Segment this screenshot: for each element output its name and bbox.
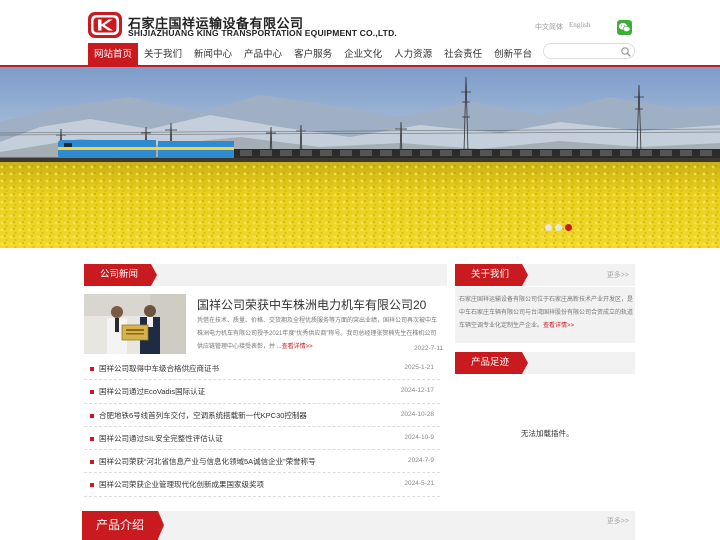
- news-item-title[interactable]: 国祥公司取得中车级合格供应商证书: [99, 363, 219, 374]
- nav-service[interactable]: 客户服务: [288, 43, 338, 66]
- bullet-icon: [90, 436, 94, 441]
- nav-innovation[interactable]: 创新平台: [488, 43, 538, 66]
- plugin-error-message: 无法加载插件。: [521, 429, 574, 438]
- banner-pager: [545, 224, 572, 231]
- news-item-date: 2024-10-9: [404, 433, 434, 441]
- about-summary: 石家庄国祥运输设备有限公司位于石家庄高新技术产业开发区，是中车石家庄车辆有限公司…: [459, 294, 635, 333]
- news-section-title[interactable]: 公司新闻: [84, 264, 158, 286]
- lang-switch-en[interactable]: English: [569, 21, 590, 29]
- news-item-title[interactable]: 国祥公司通过EcoVadis国际认证: [99, 386, 205, 397]
- featured-news-summary-text: 凭借在技术、质量、价格、交货期及全程优质服务等方面的突出业绩，国祥公司再次被中车…: [197, 318, 438, 350]
- about-section-header: 关于我们 更多>>: [455, 264, 635, 286]
- news-list-item[interactable]: 国祥公司通过SIL安全完整性评估认证 2024-10-9: [84, 427, 440, 451]
- news-list-item[interactable]: 国祥公司通过EcoVadis国际认证 2024-12-17: [84, 380, 440, 404]
- wechat-icon[interactable]: [617, 20, 632, 35]
- news-list-item[interactable]: 国祥公司荣获企业管理现代化创新成果国家级奖项 2024-5-21: [84, 473, 440, 497]
- banner-train-photo: [0, 67, 720, 248]
- featured-news-more-link[interactable]: 查看详情>>: [282, 344, 313, 350]
- products-intro-title[interactable]: 产品介绍: [82, 511, 165, 540]
- news-item-date: 2025-1-21: [404, 364, 434, 371]
- main-nav: 网站首页 关于我们 新闻中心 产品中心 客户服务 企业文化 人力资源 社会责任 …: [88, 43, 538, 66]
- news-item-date: 2024-12-17: [400, 387, 434, 395]
- news-list-item[interactable]: 合肥地铁6号线首列车交付，空调系统搭载新一代KPC30控制器 2024-10-2…: [84, 404, 440, 427]
- nav-hr[interactable]: 人力资源: [388, 43, 438, 66]
- featured-news-image[interactable]: [84, 294, 186, 354]
- news-item-title[interactable]: 国祥公司通过SIL安全完整性评估认证: [99, 433, 223, 444]
- search-input[interactable]: [543, 43, 635, 59]
- news-item-date: 2024-7-9: [407, 457, 434, 465]
- nav-home[interactable]: 网站首页: [88, 43, 139, 66]
- company-logo[interactable]: [88, 12, 122, 38]
- news-item-date: 2024-10-28: [400, 410, 434, 418]
- bullet-icon: [90, 390, 94, 395]
- site-header: 石家庄国祥运输设备有限公司 SHIJIAZHUANG KING TRANSPOR…: [0, 0, 720, 66]
- products-track-title[interactable]: 产品足迹: [455, 352, 529, 374]
- bullet-icon: [90, 460, 94, 465]
- nav-culture[interactable]: 企业文化: [338, 43, 388, 66]
- news-item-title[interactable]: 国祥公司荣获企业管理现代化创新成果国家级奖项: [99, 479, 264, 490]
- bullet-icon: [90, 483, 94, 488]
- nav-about[interactable]: 关于我们: [138, 43, 188, 66]
- news-item-date: 2024-5-21: [404, 480, 434, 488]
- news-list-item[interactable]: 国祥公司取得中车级合格供应商证书 2025-1-21: [84, 357, 440, 381]
- company-name-en: SHIJIAZHUANG KING TRANSPORTATION EQUIPME…: [128, 28, 397, 38]
- about-more-link[interactable]: 更多>>: [607, 270, 629, 280]
- products-intro-header: 产品介绍 更多>>: [82, 511, 635, 540]
- about-section-title[interactable]: 关于我们: [455, 264, 529, 286]
- news-section-header: 公司新闻: [84, 264, 447, 286]
- banner-dot[interactable]: [545, 224, 552, 231]
- search-icon[interactable]: [620, 46, 632, 58]
- hero-banner[interactable]: [0, 67, 720, 248]
- news-list-item[interactable]: 国祥公司荣获“河北省信息产业与信息化领域5A诚信企业”荣誉称号 2024-7-9: [84, 450, 440, 474]
- featured-news-summary: 凭借在技术、质量、价格、交货期及全程优质服务等方面的突出业绩，国祥公司再次被中车…: [197, 315, 439, 354]
- banner-dot-active[interactable]: [565, 224, 572, 231]
- nav-responsibility[interactable]: 社会责任: [438, 43, 488, 66]
- news-item-title[interactable]: 合肥地铁6号线首列车交付，空调系统搭载新一代KPC30控制器: [99, 410, 307, 421]
- featured-news-date: 2022-7-11: [414, 345, 444, 352]
- lang-switch-cn[interactable]: 中文简体: [535, 22, 563, 32]
- products-track-header: 产品足迹: [455, 352, 635, 374]
- bullet-icon: [90, 413, 94, 418]
- banner-dot[interactable]: [555, 224, 562, 231]
- news-list: 国祥公司取得中车级合格供应商证书 2025-1-21 国祥公司通过EcoVadi…: [84, 357, 440, 497]
- products-intro-more-link[interactable]: 更多>>: [607, 516, 629, 526]
- bullet-icon: [90, 367, 94, 371]
- nav-news[interactable]: 新闻中心: [188, 43, 238, 66]
- news-item-title[interactable]: 国祥公司荣获“河北省信息产业与信息化领域5A诚信企业”荣誉称号: [99, 456, 316, 467]
- about-detail-link[interactable]: 查看详情>>: [543, 323, 574, 329]
- featured-news-title[interactable]: 国祥公司荣获中车株洲电力机车有限公司20: [197, 296, 439, 313]
- nav-products[interactable]: 产品中心: [238, 43, 288, 66]
